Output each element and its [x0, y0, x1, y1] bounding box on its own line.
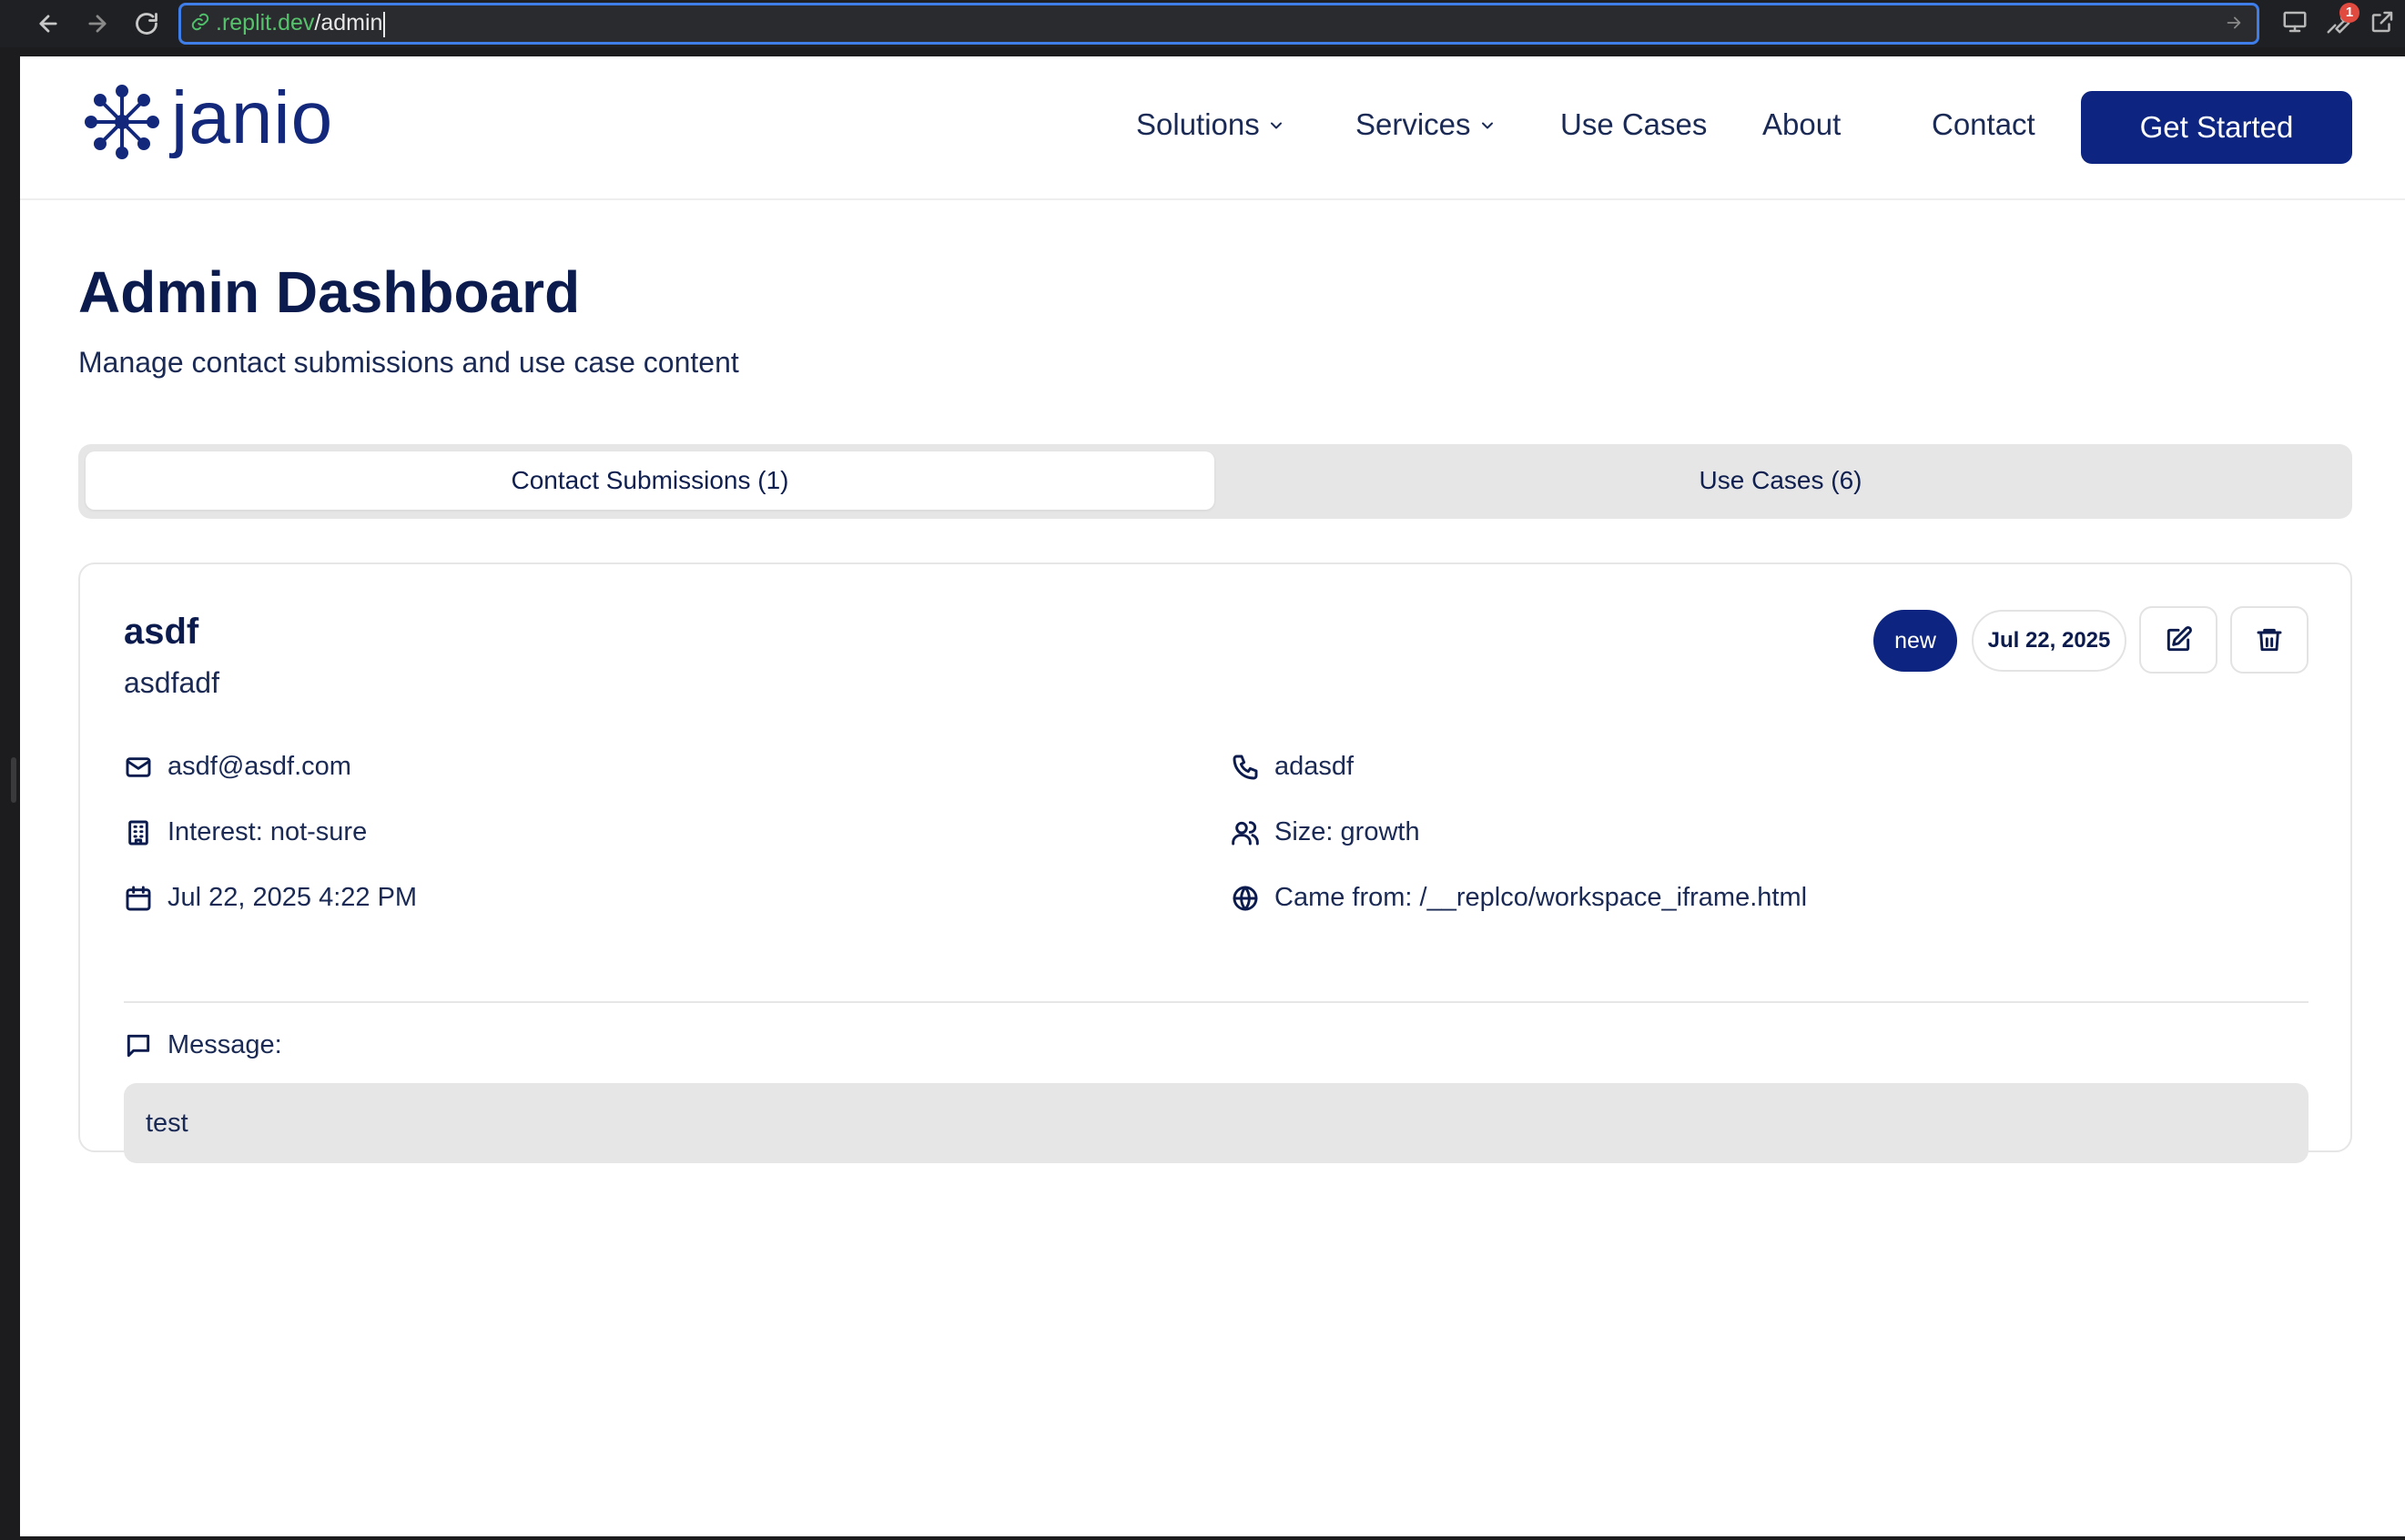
- go-button[interactable]: [2224, 13, 2244, 37]
- chevron-down-icon: [1267, 107, 1285, 142]
- back-button[interactable]: [25, 0, 71, 47]
- phone-icon: [1233, 755, 1258, 779]
- logo-text: janio: [171, 76, 334, 159]
- text-caret: [383, 11, 386, 37]
- nav-contact[interactable]: Contact: [1932, 107, 2035, 142]
- external-link-icon: [2371, 11, 2393, 32]
- extension-button[interactable]: 1: [2325, 2, 2359, 40]
- phone-row: adasdf: [1231, 752, 1354, 782]
- phone-value[interactable]: adasdf: [1274, 752, 1354, 782]
- calendar-icon: [126, 886, 151, 910]
- notification-badge: 1: [2339, 2, 2359, 23]
- site-header: janio Solutions Services Use Cases About…: [20, 56, 2405, 200]
- workspace-gutter: [0, 47, 20, 1540]
- submitted-at-row: Jul 22, 2025 4:22 PM: [124, 883, 417, 913]
- date-badge: Jul 22, 2025: [1972, 610, 2126, 672]
- globe-icon: [1233, 886, 1258, 910]
- building-icon: [128, 820, 148, 845]
- size-value: Size: growth: [1274, 817, 1420, 846]
- source-value: Came from: /__replco/workspace_iframe.ht…: [1274, 883, 1808, 912]
- url-host: .replit.dev: [216, 10, 315, 36]
- edit-icon: [2167, 626, 2192, 652]
- nav-about[interactable]: About: [1762, 107, 1841, 142]
- reload-button[interactable]: [124, 0, 169, 47]
- submission-name: asdf: [124, 612, 199, 652]
- arrow-right-icon: [2227, 16, 2241, 29]
- submitted-at-value: Jul 22, 2025 4:22 PM: [167, 883, 418, 912]
- message-square-icon: [127, 1034, 150, 1057]
- size-row: Size: growth: [1231, 817, 1420, 847]
- page-subtitle: Manage contact submissions and use case …: [78, 346, 739, 379]
- nav-services[interactable]: Services: [1355, 107, 1497, 142]
- status-badge[interactable]: new: [1873, 610, 1957, 672]
- arrow-right-icon: [88, 15, 107, 33]
- nav-use-cases[interactable]: Use Cases: [1560, 107, 1707, 142]
- get-started-button[interactable]: Get Started: [2081, 91, 2352, 164]
- forward-button[interactable]: [75, 0, 120, 47]
- logo[interactable]: janio: [84, 76, 334, 160]
- reload-icon: [136, 13, 157, 35]
- nav-services-label: Services: [1355, 107, 1471, 141]
- devices-button[interactable]: [2281, 8, 2309, 40]
- interest-value: Interest: not-sure: [167, 817, 368, 846]
- email-row: asdf@asdf.com: [124, 752, 351, 782]
- browser-toolbar: .replit.dev/admin 1: [0, 0, 2405, 47]
- nav-solutions-label: Solutions: [1136, 107, 1260, 141]
- open-new-tab-button[interactable]: [2369, 8, 2396, 40]
- submission-company: asdfadf: [124, 666, 219, 699]
- arrow-left-icon: [39, 15, 57, 33]
- nav-solutions[interactable]: Solutions: [1136, 107, 1285, 142]
- submission-card: asdf asdfadf new Jul 22, 2025 asdf@asdf.…: [78, 562, 2352, 1163]
- trash-icon: [2257, 628, 2282, 652]
- interest-row: Interest: not-sure: [124, 817, 367, 847]
- users-icon: [1232, 820, 1259, 845]
- email-value[interactable]: asdf@asdf.com: [167, 752, 351, 782]
- message-label: Message:: [167, 1030, 282, 1059]
- monitor-icon: [2283, 11, 2307, 32]
- delete-button[interactable]: [2230, 606, 2309, 674]
- admin-tabs: Contact Submissions (1) Use Cases (6): [78, 444, 2352, 519]
- resize-handle[interactable]: [11, 757, 16, 803]
- address-bar[interactable]: .replit.dev/admin: [178, 3, 2259, 45]
- webview: janio Solutions Services Use Cases About…: [20, 56, 2405, 1536]
- url-text: .replit.dev/admin: [216, 10, 386, 37]
- source-row: Came from: /__replco/workspace_iframe.ht…: [1231, 883, 1807, 913]
- edit-button[interactable]: [2139, 606, 2217, 674]
- browser-actions: 1: [2281, 0, 2405, 47]
- message-box: test: [124, 1083, 2309, 1163]
- tab-use-cases[interactable]: Use Cases (6): [1216, 451, 2345, 510]
- chevron-down-icon: [1478, 107, 1497, 142]
- divider: [124, 1001, 2309, 1003]
- tab-contact-submissions[interactable]: Contact Submissions (1): [86, 451, 1214, 510]
- url-path: /admin: [314, 10, 383, 36]
- link-icon: [190, 12, 210, 36]
- janio-logo-icon: [85, 85, 159, 159]
- mail-icon: [126, 756, 151, 777]
- page-title: Admin Dashboard: [78, 259, 581, 325]
- message-label-row: Message:: [124, 1030, 282, 1060]
- message-text: test: [146, 1108, 188, 1138]
